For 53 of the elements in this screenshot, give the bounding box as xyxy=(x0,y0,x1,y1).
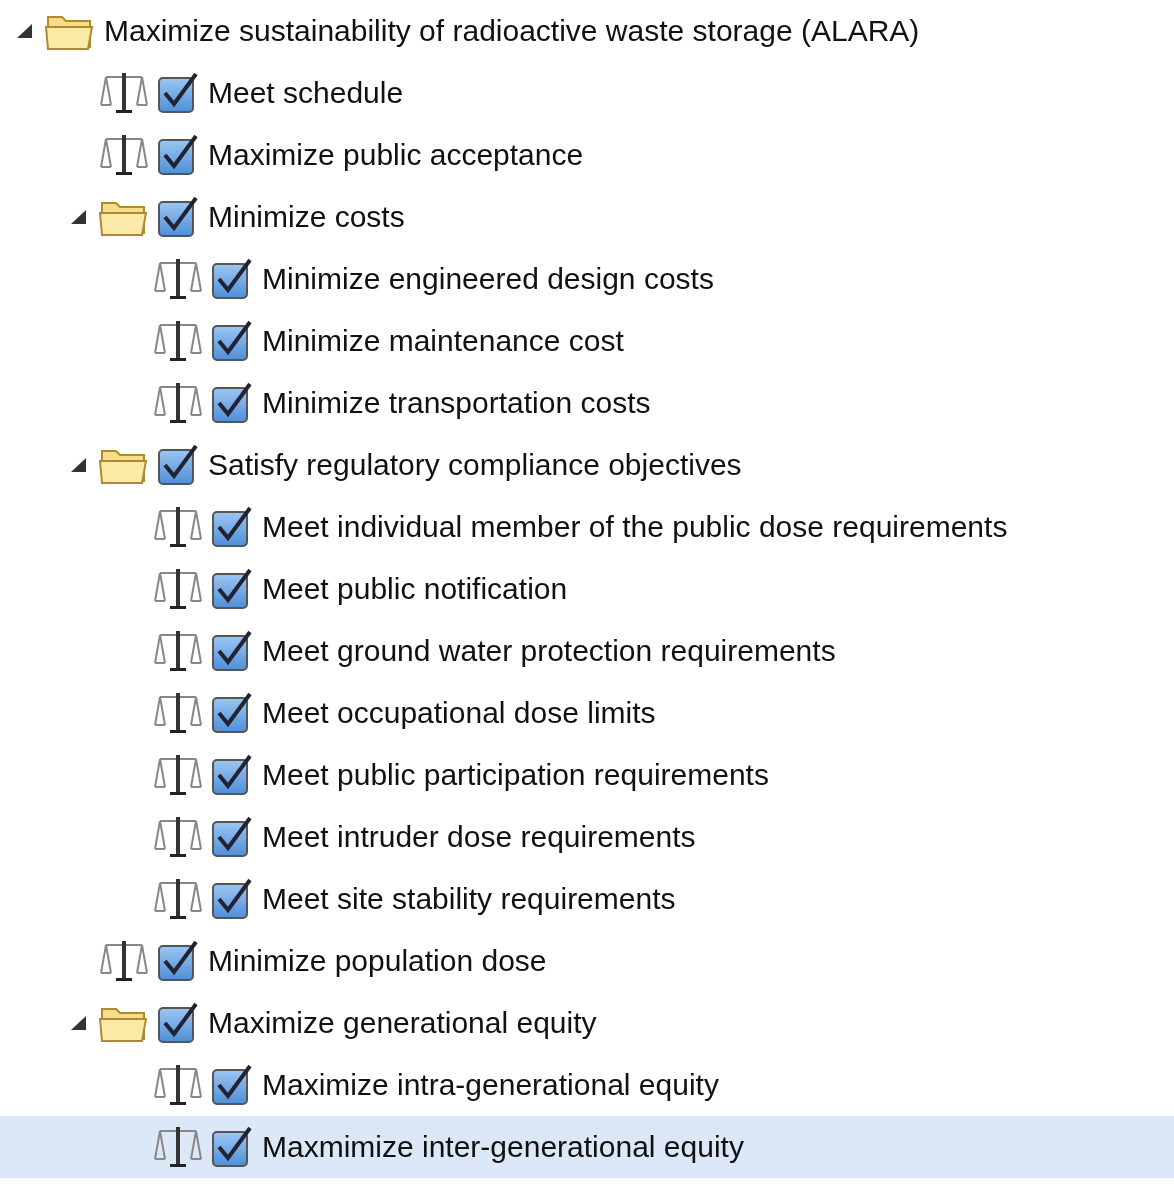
tree-item-label[interactable]: Meet intruder dose requirements xyxy=(262,819,696,855)
tree-item-label[interactable]: Minimize maintenance cost xyxy=(262,323,624,359)
checkbox[interactable] xyxy=(210,691,254,735)
tree-item-label[interactable]: Minimize engineered design costs xyxy=(262,261,714,297)
tree-item-label[interactable]: Meet ground water protection requirements xyxy=(262,633,836,669)
checkbox[interactable] xyxy=(210,381,254,425)
checkbox[interactable] xyxy=(156,71,200,115)
checkbox[interactable] xyxy=(156,443,200,487)
checkbox[interactable] xyxy=(210,319,254,363)
balance-scale-icon xyxy=(98,71,150,115)
checkbox[interactable] xyxy=(210,629,254,673)
checkbox[interactable] xyxy=(210,505,254,549)
checkbox[interactable] xyxy=(210,257,254,301)
checkbox[interactable] xyxy=(210,567,254,611)
checkbox[interactable] xyxy=(210,1063,254,1107)
selected-row-highlight[interactable]: Maxmimize inter-generational equity xyxy=(0,1116,1174,1178)
tree-item-label[interactable]: Meet public notification xyxy=(262,571,568,607)
tree-item-label[interactable]: Minimize transportation costs xyxy=(262,385,651,421)
balance-scale-icon xyxy=(152,877,204,921)
tree-item-label[interactable]: Maximize sustainability of radioactive waste storage (ALARA) xyxy=(104,13,920,49)
tree-item-label[interactable]: Meet occupational dose limits xyxy=(262,695,656,731)
tree-item-label[interactable]: Minimize costs xyxy=(208,199,405,235)
balance-scale-icon xyxy=(152,691,204,735)
checkbox[interactable] xyxy=(156,195,200,239)
tree-item-label[interactable]: Satisfy regulatory compliance objectives xyxy=(208,447,742,483)
tree-item-label[interactable]: Minimize population dose xyxy=(208,943,547,979)
balance-scale-icon xyxy=(152,1063,204,1107)
checkbox[interactable] xyxy=(156,133,200,177)
balance-scale-icon xyxy=(152,319,204,363)
balance-scale-icon xyxy=(98,133,150,177)
checkbox[interactable] xyxy=(156,939,200,983)
tree-item-label[interactable]: Meet public participation requirements xyxy=(262,757,769,793)
balance-scale-icon xyxy=(152,1125,204,1169)
tree-item-label[interactable]: Meet site stability requirements xyxy=(262,881,676,917)
tree-item-label[interactable]: Meet schedule xyxy=(208,75,404,111)
checkbox[interactable] xyxy=(210,877,254,921)
balance-scale-icon xyxy=(152,567,204,611)
tree-item-label[interactable]: Maximize intra-generational equity xyxy=(262,1067,719,1103)
balance-scale-icon xyxy=(152,753,204,797)
balance-scale-icon xyxy=(98,939,150,983)
checkbox[interactable] xyxy=(210,1125,254,1169)
balance-scale-icon xyxy=(152,257,204,301)
tree-item-label[interactable]: Maxmimize inter-generational equity xyxy=(262,1129,744,1165)
balance-scale-icon xyxy=(152,381,204,425)
tree-item-label[interactable]: Maximize generational equity xyxy=(208,1005,597,1041)
balance-scale-icon xyxy=(152,505,204,549)
checkbox[interactable] xyxy=(156,1001,200,1045)
tree-item-label[interactable]: Maximize public acceptance xyxy=(208,137,584,173)
balance-scale-icon xyxy=(152,629,204,673)
balance-scale-icon xyxy=(152,815,204,859)
tree-item-label[interactable]: Meet individual member of the public dose requirements xyxy=(262,509,1008,545)
checkbox[interactable] xyxy=(210,815,254,859)
checkbox[interactable] xyxy=(210,753,254,797)
